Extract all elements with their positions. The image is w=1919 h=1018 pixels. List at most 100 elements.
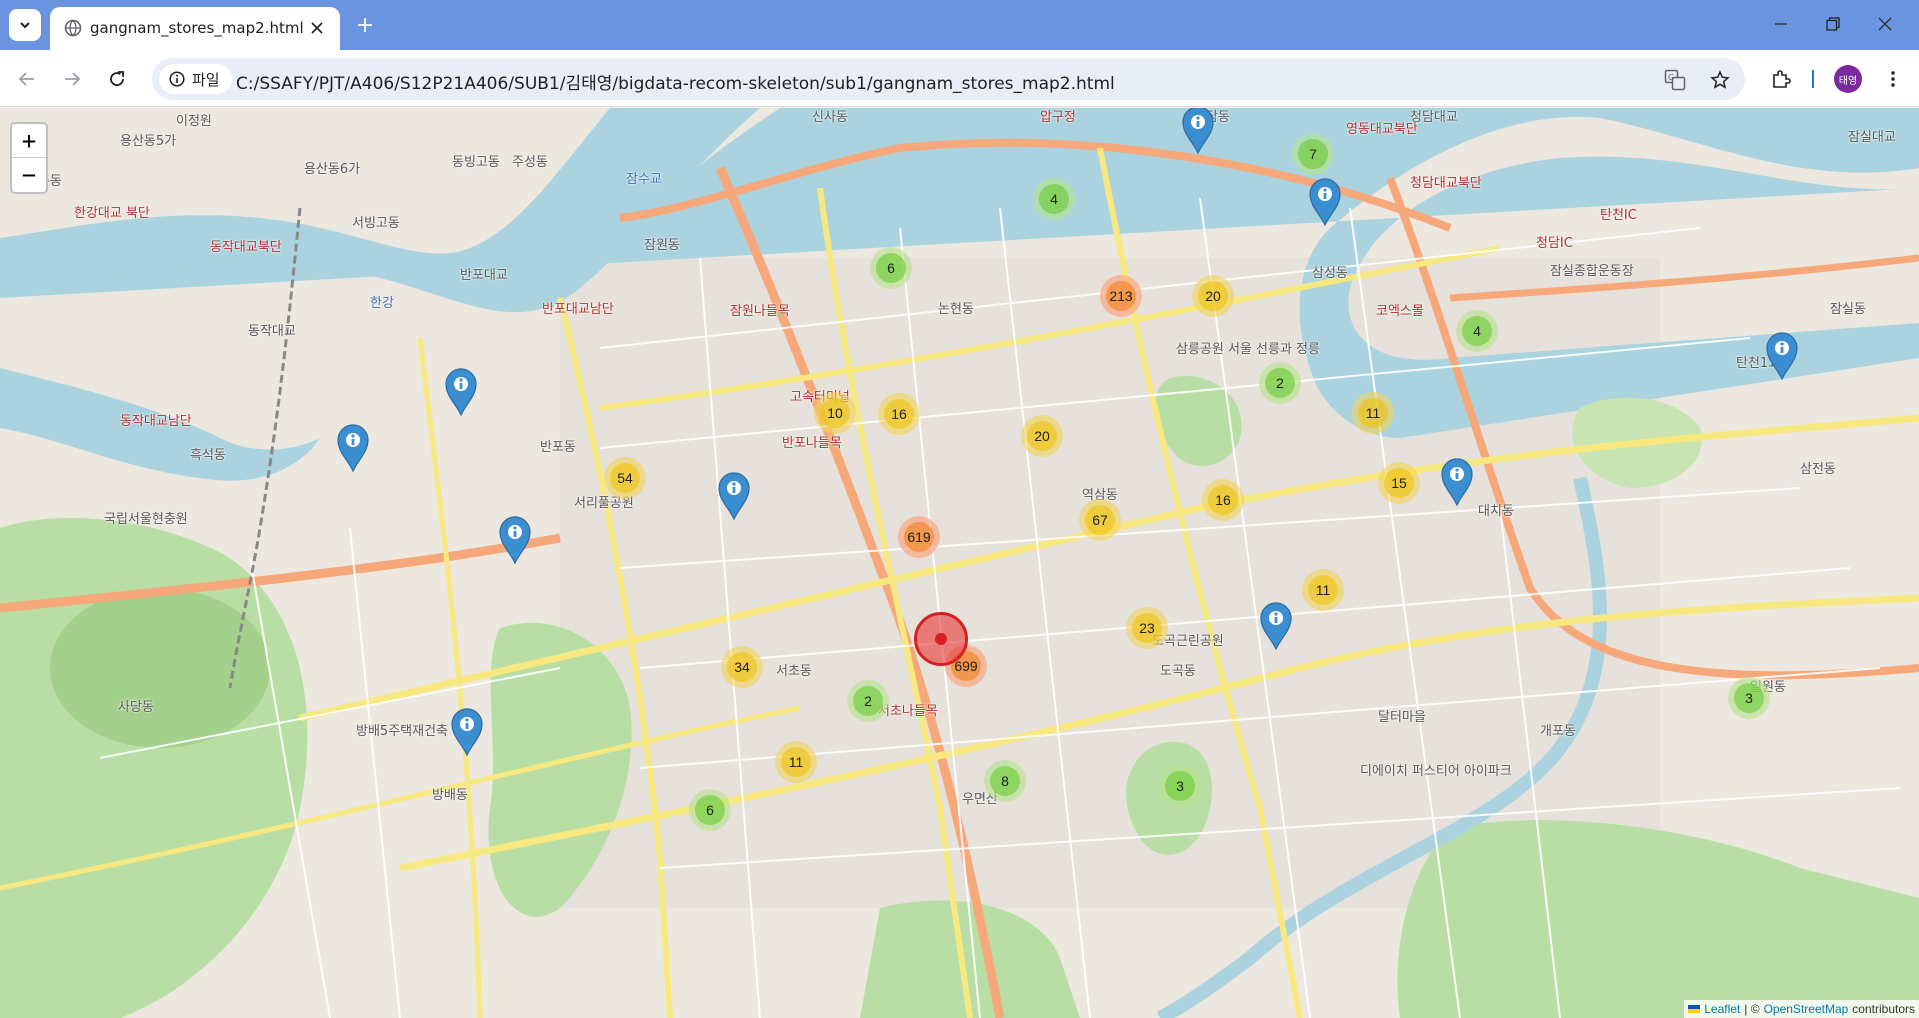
place-label: 압구정 bbox=[1040, 110, 1076, 125]
marker-cluster[interactable]: 10 bbox=[814, 392, 856, 434]
info-icon bbox=[169, 71, 185, 87]
marker-cluster[interactable]: 11 bbox=[1352, 392, 1394, 434]
marker-cluster[interactable]: 2 bbox=[847, 680, 889, 722]
marker-cluster[interactable]: 16 bbox=[878, 393, 920, 435]
marker-cluster-count: 11 bbox=[1358, 398, 1388, 428]
place-label: 삼성동 bbox=[1312, 266, 1348, 281]
place-label: 삼전동 bbox=[1800, 462, 1836, 477]
marker-cluster[interactable]: 20 bbox=[1192, 275, 1234, 317]
map-marker-icon[interactable] bbox=[1308, 178, 1342, 226]
translate-button[interactable]: G bbox=[1662, 67, 1688, 93]
marker-cluster[interactable]: 213 bbox=[1100, 275, 1142, 317]
selected-location-marker[interactable] bbox=[914, 612, 968, 666]
tab-search-button[interactable] bbox=[9, 9, 41, 41]
toolbar-divider bbox=[1812, 70, 1814, 88]
marker-cluster-count: 11 bbox=[781, 747, 811, 777]
map-marker-icon[interactable] bbox=[444, 368, 478, 416]
attribution-separator: | © bbox=[1744, 1002, 1760, 1016]
svg-text:G: G bbox=[1668, 73, 1674, 82]
marker-cluster-count: 20 bbox=[1198, 281, 1228, 311]
place-label: 한강대교 북단 bbox=[74, 206, 150, 221]
marker-cluster[interactable]: 16 bbox=[1202, 479, 1244, 521]
marker-cluster-count: 7 bbox=[1298, 139, 1328, 169]
close-tab-button[interactable] bbox=[305, 16, 329, 40]
marker-cluster[interactable]: 4 bbox=[1033, 178, 1075, 220]
chevron-down-icon bbox=[20, 22, 30, 29]
marker-cluster-count: 2 bbox=[853, 686, 883, 716]
marker-cluster[interactable]: 2 bbox=[1259, 362, 1301, 404]
place-label: 이정원 bbox=[176, 114, 212, 129]
place-label: 방배5주택재건축 bbox=[356, 724, 448, 739]
marker-cluster[interactable]: 20 bbox=[1021, 415, 1063, 457]
profile-avatar[interactable]: 태영 bbox=[1834, 65, 1862, 93]
marker-cluster[interactable]: 6 bbox=[689, 789, 731, 831]
zoom-in-button[interactable]: + bbox=[12, 124, 46, 158]
marker-cluster[interactable]: 3 bbox=[1159, 765, 1201, 807]
marker-cluster[interactable]: 3 bbox=[1728, 677, 1770, 719]
back-button[interactable] bbox=[12, 64, 42, 94]
marker-cluster-count: 6 bbox=[695, 795, 725, 825]
active-tab[interactable]: gangnam_stores_map2.html bbox=[50, 7, 340, 50]
marker-cluster[interactable]: 54 bbox=[604, 457, 646, 499]
tab-strip: gangnam_stores_map2.html bbox=[0, 0, 1919, 50]
extensions-button[interactable] bbox=[1766, 64, 1796, 94]
marker-cluster[interactable]: 8 bbox=[984, 760, 1026, 802]
map-marker-icon[interactable] bbox=[498, 516, 532, 564]
place-label: 흑석동 bbox=[190, 448, 226, 463]
place-label: 개포동 bbox=[1540, 724, 1576, 739]
map-marker-icon[interactable] bbox=[1765, 332, 1799, 380]
restore-button[interactable] bbox=[1808, 0, 1858, 48]
site-info-chip[interactable]: 파일 bbox=[159, 64, 232, 94]
marker-cluster-count: 4 bbox=[1462, 316, 1492, 346]
map-marker-icon[interactable] bbox=[450, 708, 484, 756]
marker-cluster-count: 2 bbox=[1265, 368, 1295, 398]
url-text[interactable]: C:/SSAFY/PJT/A406/S12P21A406/SUB1/김태영/bi… bbox=[236, 69, 1115, 94]
browser-menu-button[interactable] bbox=[1878, 64, 1908, 94]
place-label: 탄천IC bbox=[1600, 208, 1637, 223]
place-label: 반포나들목 bbox=[782, 436, 842, 451]
close-window-button[interactable] bbox=[1860, 0, 1910, 48]
place-label: 서초동 bbox=[776, 664, 812, 679]
place-label: 용산동6가 bbox=[304, 162, 361, 177]
place-label: 청담IC bbox=[1536, 236, 1573, 251]
marker-cluster[interactable]: 619 bbox=[898, 516, 940, 558]
marker-cluster[interactable]: 11 bbox=[1302, 569, 1344, 611]
place-label: 동작대교 bbox=[248, 324, 296, 339]
marker-cluster-count: 54 bbox=[610, 463, 640, 493]
map-marker-icon[interactable] bbox=[1440, 458, 1474, 506]
forward-button[interactable] bbox=[57, 64, 87, 94]
osm-link[interactable]: OpenStreetMap bbox=[1764, 1002, 1849, 1016]
marker-cluster[interactable]: 15 bbox=[1378, 462, 1420, 504]
address-bar[interactable]: 파일 C:/SSAFY/PJT/A406/S12P21A406/SUB1/김태영… bbox=[152, 58, 1745, 100]
minimize-button[interactable] bbox=[1756, 0, 1806, 48]
puzzle-icon bbox=[1773, 70, 1791, 88]
new-tab-button[interactable] bbox=[350, 10, 380, 40]
marker-cluster[interactable]: 6 bbox=[870, 247, 912, 289]
reload-button[interactable] bbox=[102, 64, 132, 94]
minimize-icon bbox=[1775, 23, 1787, 25]
place-label: 삼릉공원 서울 선릉과 정릉 bbox=[1176, 342, 1320, 357]
marker-cluster[interactable]: 23 bbox=[1126, 607, 1168, 649]
leaflet-map[interactable]: 이정원 용산동5가 용산동6가 서빙고동 동빙고동 주성동 이촌동 한강대교 북… bbox=[0, 108, 1919, 1018]
marker-cluster[interactable]: 11 bbox=[775, 741, 817, 783]
more-vert-icon bbox=[1891, 71, 1895, 87]
marker-cluster[interactable]: 7 bbox=[1292, 133, 1334, 175]
place-label: 동작대교남단 bbox=[120, 414, 192, 429]
reload-icon bbox=[110, 71, 124, 86]
place-label: 달터마을 bbox=[1378, 710, 1426, 725]
map-marker-icon[interactable] bbox=[717, 472, 751, 520]
file-chip-label: 파일 bbox=[192, 70, 220, 89]
restore-icon bbox=[1826, 17, 1840, 31]
marker-cluster-count: 34 bbox=[727, 652, 757, 682]
marker-cluster[interactable]: 4 bbox=[1456, 310, 1498, 352]
marker-cluster[interactable]: 67 bbox=[1079, 499, 1121, 541]
marker-cluster[interactable]: 34 bbox=[721, 646, 763, 688]
place-label: 대치동 bbox=[1478, 504, 1514, 519]
zoom-out-button[interactable]: − bbox=[12, 158, 46, 192]
map-marker-icon[interactable] bbox=[1181, 108, 1215, 154]
leaflet-link[interactable]: Leaflet bbox=[1704, 1002, 1740, 1016]
marker-cluster-count: 213 bbox=[1106, 281, 1136, 311]
bookmark-button[interactable] bbox=[1707, 67, 1733, 93]
map-marker-icon[interactable] bbox=[1259, 602, 1293, 650]
map-marker-icon[interactable] bbox=[336, 424, 370, 472]
